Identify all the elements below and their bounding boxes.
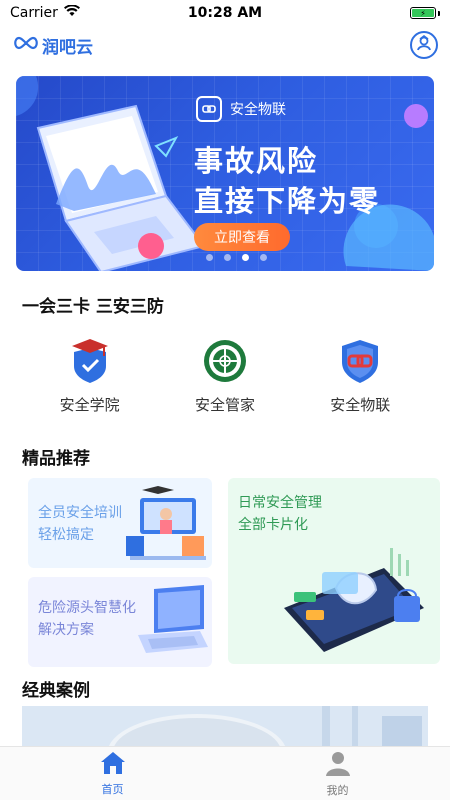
card-line-2: 全部卡片化 bbox=[238, 517, 308, 533]
banner-headline-2: 直接下降为零 bbox=[194, 184, 381, 218]
feature-safety-iot[interactable]: 安全物联 bbox=[300, 338, 420, 415]
tab-label: 首页 bbox=[101, 782, 124, 796]
status-left: Carrier bbox=[10, 4, 80, 21]
profile-badge-icon bbox=[415, 34, 433, 56]
status-bar: Carrier 10:28 AM ⚡ bbox=[0, 0, 450, 26]
graduation-shield-icon bbox=[67, 338, 113, 384]
card-line-1: 日常安全管理 bbox=[238, 495, 322, 511]
laptop-illustration bbox=[138, 585, 208, 653]
battery-icon: ⚡ bbox=[410, 7, 440, 19]
card-line-2: 解决方案 bbox=[38, 622, 94, 638]
user-icon bbox=[325, 750, 351, 779]
logo-text: 润吧云 bbox=[42, 37, 93, 58]
card-line-1: 危险源头智慧化 bbox=[38, 600, 136, 616]
tab-label: 我的 bbox=[326, 783, 349, 797]
emblem-icon bbox=[202, 338, 248, 384]
feature-label: 安全学院 bbox=[59, 396, 120, 414]
bottom-tab-bar: 首页 我的 bbox=[0, 746, 450, 800]
profile-button[interactable] bbox=[410, 31, 438, 59]
banner-brand-label: 安全物联 bbox=[230, 102, 286, 118]
banner-dot[interactable] bbox=[260, 254, 267, 261]
card-text: 日常安全管理 全部卡片化 bbox=[238, 492, 322, 536]
promo-banner[interactable]: 安全物联 事故风险 直接下降为零 立即查看 bbox=[16, 76, 434, 271]
app-logo: 润吧云 bbox=[12, 33, 93, 58]
card-line-2: 轻松搞定 bbox=[38, 527, 94, 543]
feature-safety-butler[interactable]: 安全管家 bbox=[165, 338, 285, 415]
app-header: 润吧云 bbox=[0, 28, 450, 62]
tab-mine[interactable]: 我的 bbox=[278, 750, 398, 798]
card-line-1: 全员安全培训 bbox=[38, 505, 122, 521]
recommend-card-management[interactable]: 日常安全管理 全部卡片化 bbox=[228, 478, 440, 664]
banner-dot-active[interactable] bbox=[242, 254, 249, 261]
tab-home[interactable]: 首页 bbox=[53, 751, 173, 797]
infinity-logo-icon bbox=[12, 35, 40, 56]
banner-dot[interactable] bbox=[206, 254, 213, 261]
banner-pagination bbox=[206, 254, 267, 261]
link-shield-icon bbox=[337, 338, 383, 384]
banner-dot[interactable] bbox=[224, 254, 231, 261]
card-text: 全员安全培训 轻松搞定 bbox=[38, 502, 122, 546]
recommend-card-training[interactable]: 全员安全培训 轻松搞定 bbox=[28, 478, 212, 568]
feature-safety-academy[interactable]: 安全学院 bbox=[30, 338, 150, 415]
banner-headline-1: 事故风险 bbox=[194, 144, 319, 178]
section-title-cards: 一会三卡 三安三防 bbox=[22, 297, 164, 317]
card-text: 危险源头智慧化 解决方案 bbox=[38, 597, 136, 641]
home-icon bbox=[100, 751, 126, 778]
section-title-cases: 经典案例 bbox=[22, 681, 90, 701]
banner-cta-button[interactable]: 立即查看 bbox=[194, 223, 290, 251]
link-shield-icon bbox=[196, 96, 222, 122]
training-illustration bbox=[126, 486, 206, 560]
recommend-card-hazard[interactable]: 危险源头智慧化 解决方案 bbox=[28, 577, 212, 667]
carrier-label: Carrier bbox=[10, 5, 58, 21]
phone-card-illustration bbox=[284, 548, 424, 652]
wifi-icon bbox=[63, 4, 80, 21]
feature-label: 安全管家 bbox=[194, 396, 255, 414]
feature-label: 安全物联 bbox=[330, 396, 391, 414]
feature-row: 安全学院 安全管家 安全物联 bbox=[0, 338, 450, 415]
section-title-recommend: 精品推荐 bbox=[22, 449, 90, 469]
banner-brand: 安全物联 bbox=[196, 96, 286, 122]
